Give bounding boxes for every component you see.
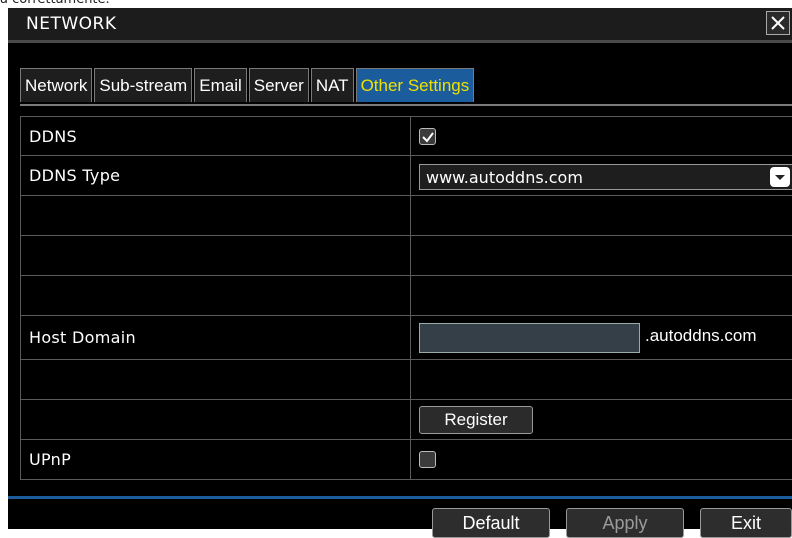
title-bar: NETWORK (8, 8, 792, 43)
bottom-divider (8, 496, 792, 499)
network-window: NETWORK Network Sub-stream Email Server … (8, 8, 792, 538)
row-register: Register (20, 400, 792, 440)
ddns-checkbox[interactable] (419, 128, 436, 145)
column-divider (410, 196, 411, 235)
window-title: NETWORK (26, 14, 117, 34)
tab-email[interactable]: Email (194, 68, 247, 102)
ddns-type-select[interactable]: www.autoddns.com (419, 164, 792, 190)
ddns-label: DDNS (29, 127, 77, 146)
close-button[interactable] (766, 11, 790, 35)
row-ddns-type: DDNS Type www.autoddns.com (20, 156, 792, 196)
default-button[interactable]: Default (432, 508, 550, 538)
column-divider (410, 400, 411, 439)
row-empty-2 (20, 236, 792, 276)
exit-button[interactable]: Exit (700, 508, 792, 538)
column-divider (410, 236, 411, 275)
close-icon (771, 16, 785, 30)
tab-sub-stream[interactable]: Sub-stream (94, 68, 193, 102)
row-host-domain: Host Domain .autoddns.com (20, 316, 792, 360)
host-domain-label: Host Domain (29, 328, 136, 347)
top-caption: a correttamente. (0, 0, 110, 8)
column-divider (410, 117, 411, 155)
row-ddns: DDNS (20, 116, 792, 156)
chevron-down-icon[interactable] (770, 167, 790, 187)
upnp-label: UPnP (29, 450, 72, 469)
upnp-checkbox[interactable] (419, 451, 436, 468)
host-domain-input[interactable] (419, 323, 640, 353)
column-divider (410, 156, 411, 195)
tab-bar: Network Sub-stream Email Server NAT Othe… (20, 68, 476, 106)
column-divider (410, 316, 411, 359)
checkmark-icon (422, 132, 434, 143)
host-domain-suffix: .autoddns.com (645, 326, 757, 345)
apply-button[interactable]: Apply (566, 508, 684, 538)
column-divider (410, 440, 411, 479)
tab-server[interactable]: Server (248, 68, 309, 102)
tab-network[interactable]: Network (20, 68, 93, 102)
tabs-divider (20, 104, 792, 106)
column-divider (410, 276, 411, 315)
row-empty-1 (20, 196, 792, 236)
ddns-type-label: DDNS Type (29, 166, 121, 185)
row-upnp: UPnP (20, 440, 792, 480)
row-empty-3 (20, 276, 792, 316)
settings-grid: DDNS DDNS Type www.autoddns.com Host Dom… (20, 116, 792, 480)
register-button[interactable]: Register (419, 406, 533, 434)
tab-nat[interactable]: NAT (310, 68, 354, 102)
tab-other-settings[interactable]: Other Settings (355, 68, 475, 102)
column-divider (410, 360, 411, 399)
ddns-type-value: www.autoddns.com (426, 168, 583, 187)
row-empty-4 (20, 360, 792, 400)
